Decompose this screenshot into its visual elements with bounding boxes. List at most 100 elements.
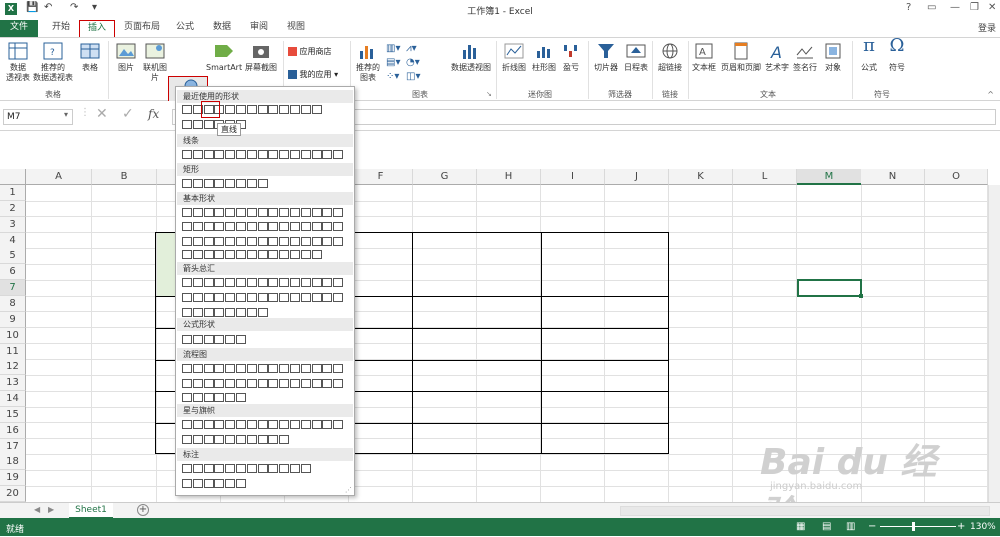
shape-option[interactable] bbox=[214, 237, 225, 246]
shape-option[interactable] bbox=[182, 464, 192, 473]
shape-option[interactable] bbox=[290, 208, 300, 217]
row-header[interactable]: 3 bbox=[0, 216, 26, 233]
shape-option[interactable] bbox=[214, 250, 225, 259]
shape-option[interactable] bbox=[268, 250, 279, 259]
shape-option[interactable] bbox=[182, 237, 192, 246]
shape-option[interactable] bbox=[246, 420, 257, 429]
shape-option[interactable] bbox=[236, 435, 246, 444]
shape-option[interactable] bbox=[225, 208, 236, 217]
row-header[interactable]: 12 bbox=[0, 359, 26, 376]
name-box[interactable]: M7 bbox=[3, 109, 73, 125]
select-all-corner[interactable] bbox=[0, 169, 26, 185]
shape-option[interactable] bbox=[236, 222, 246, 231]
shape-option[interactable] bbox=[192, 179, 203, 188]
shape-option[interactable] bbox=[290, 250, 300, 259]
shape-option[interactable] bbox=[311, 222, 322, 231]
row-header[interactable]: 16 bbox=[0, 422, 26, 439]
shape-option[interactable] bbox=[290, 420, 300, 429]
shape-option[interactable] bbox=[268, 364, 279, 373]
column-header[interactable]: M bbox=[797, 169, 862, 185]
pie-chart-icon[interactable]: ◔▾ bbox=[406, 57, 420, 68]
shape-option[interactable] bbox=[290, 150, 300, 159]
shape-option[interactable] bbox=[214, 435, 225, 444]
column-header[interactable]: A bbox=[26, 169, 92, 185]
row-header[interactable]: 7 bbox=[0, 280, 26, 297]
shape-option[interactable] bbox=[203, 379, 214, 388]
shape-option[interactable] bbox=[300, 250, 311, 259]
shape-option[interactable] bbox=[257, 464, 268, 473]
shape-option[interactable] bbox=[322, 237, 333, 246]
screenshot-button[interactable]: 屏幕截图 bbox=[243, 41, 279, 73]
shape-option[interactable] bbox=[279, 435, 290, 444]
shape-option[interactable] bbox=[203, 335, 214, 344]
shape-option[interactable] bbox=[290, 379, 300, 388]
shape-option[interactable] bbox=[333, 379, 344, 388]
shape-option[interactable] bbox=[192, 364, 203, 373]
shape-option[interactable] bbox=[333, 237, 344, 246]
shape-option[interactable] bbox=[203, 308, 214, 317]
collapse-ribbon-icon[interactable]: ^ bbox=[987, 90, 994, 99]
shape-option[interactable] bbox=[203, 278, 214, 287]
line-shape-highlight[interactable] bbox=[201, 101, 220, 118]
shape-option[interactable] bbox=[311, 250, 322, 259]
shape-option[interactable] bbox=[236, 105, 246, 114]
sheet-tab-sheet1[interactable]: Sheet1 bbox=[69, 503, 113, 519]
shape-option[interactable] bbox=[182, 120, 192, 129]
shape-option[interactable] bbox=[257, 150, 268, 159]
row-header[interactable]: 5 bbox=[0, 248, 26, 265]
sign-in-link[interactable]: 登录 bbox=[978, 21, 996, 34]
shape-option[interactable] bbox=[257, 222, 268, 231]
shape-option[interactable] bbox=[268, 420, 279, 429]
shape-option[interactable] bbox=[300, 420, 311, 429]
shape-option[interactable] bbox=[225, 364, 236, 373]
row-header[interactable]: 14 bbox=[0, 391, 26, 408]
shape-option[interactable] bbox=[279, 208, 290, 217]
tab-home[interactable]: 开始 bbox=[44, 20, 78, 37]
shape-option[interactable] bbox=[214, 278, 225, 287]
shape-option[interactable] bbox=[300, 105, 311, 114]
shape-option[interactable] bbox=[300, 237, 311, 246]
shape-option[interactable] bbox=[311, 379, 322, 388]
smartart-button[interactable]: SmartArt bbox=[206, 41, 242, 73]
resize-grip-icon[interactable]: ⋰ bbox=[345, 486, 352, 494]
shape-option[interactable] bbox=[236, 379, 246, 388]
shape-option[interactable] bbox=[203, 364, 214, 373]
shape-option[interactable] bbox=[290, 237, 300, 246]
shape-option[interactable] bbox=[311, 150, 322, 159]
shape-option[interactable] bbox=[257, 278, 268, 287]
tab-file[interactable]: 文件 bbox=[0, 20, 38, 37]
shape-option[interactable] bbox=[279, 364, 290, 373]
textbox-button[interactable]: A 文本框 bbox=[690, 41, 718, 73]
shape-option[interactable] bbox=[214, 364, 225, 373]
shape-option[interactable] bbox=[203, 208, 214, 217]
shape-option[interactable] bbox=[192, 464, 203, 473]
shape-option[interactable] bbox=[257, 179, 268, 188]
shape-option[interactable] bbox=[290, 105, 300, 114]
table-button[interactable]: 表格 bbox=[78, 41, 102, 73]
shape-option[interactable] bbox=[192, 278, 203, 287]
tab-review[interactable]: 审阅 bbox=[242, 20, 276, 37]
shape-option[interactable] bbox=[236, 393, 246, 402]
page-break-view-icon[interactable]: ▥ bbox=[846, 521, 855, 532]
page-layout-view-icon[interactable]: ▤ bbox=[822, 521, 831, 532]
shape-option[interactable] bbox=[300, 208, 311, 217]
row-header[interactable]: 19 bbox=[0, 470, 26, 487]
shape-option[interactable] bbox=[290, 222, 300, 231]
shape-option[interactable] bbox=[300, 150, 311, 159]
column-header[interactable]: F bbox=[349, 169, 413, 185]
shape-option[interactable] bbox=[333, 293, 344, 302]
shape-option[interactable] bbox=[257, 293, 268, 302]
column-header[interactable]: L bbox=[733, 169, 797, 185]
row-header[interactable]: 9 bbox=[0, 311, 26, 328]
shape-option[interactable] bbox=[192, 379, 203, 388]
shape-option[interactable] bbox=[257, 250, 268, 259]
shape-option[interactable] bbox=[333, 222, 344, 231]
shape-option[interactable] bbox=[300, 364, 311, 373]
shape-option[interactable] bbox=[279, 379, 290, 388]
shape-option[interactable] bbox=[257, 379, 268, 388]
recommended-pivot-button[interactable]: ? 推荐的 数据透视表 bbox=[32, 41, 74, 83]
shape-option[interactable] bbox=[246, 179, 257, 188]
scatter-chart-icon[interactable]: ⁘▾ bbox=[386, 71, 399, 82]
shape-option[interactable] bbox=[203, 393, 214, 402]
horizontal-scrollbar[interactable] bbox=[620, 506, 990, 516]
